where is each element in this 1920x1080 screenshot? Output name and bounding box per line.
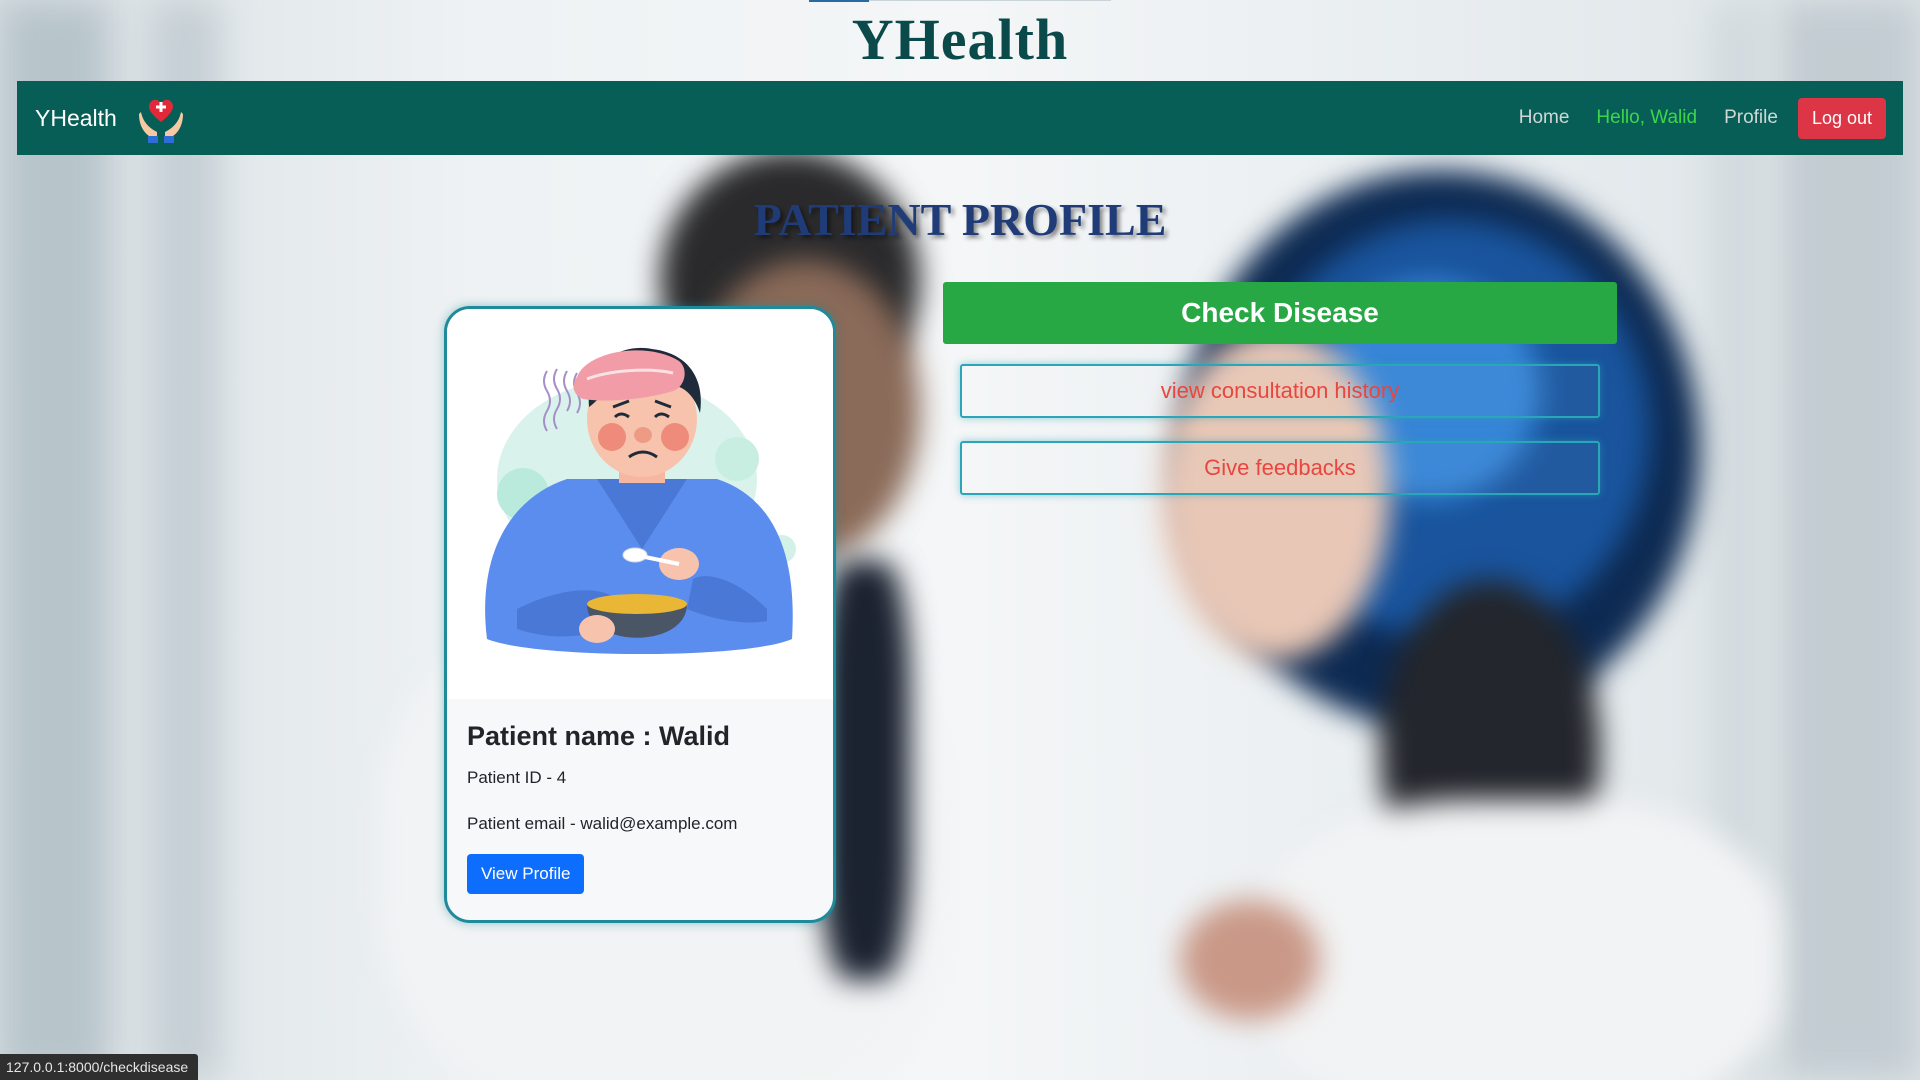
hands-heart-cross-icon (138, 99, 183, 143)
consultation-history-button[interactable]: view consultation history (960, 364, 1600, 418)
give-feedback-button[interactable]: Give feedbacks (960, 441, 1600, 495)
nav-links: Home Hello, Walid Profile Log out (1492, 97, 1886, 139)
sick-patient-illustration (447, 309, 833, 699)
brand-text[interactable]: YHealth (35, 105, 117, 132)
patient-card: Patient name : Walid Patient ID - 4 Pati… (444, 306, 836, 923)
navbar: YHealth Home Hello, Walid Profile Log ou… (17, 81, 1903, 155)
background-image (0, 0, 1920, 1080)
status-bar-url: 127.0.0.1:8000/checkdisease (0, 1054, 199, 1080)
site-title: YHealth (851, 7, 1069, 72)
page-heading: PATIENT PROFILE (753, 194, 1167, 245)
title-accent-line (869, 0, 1111, 1)
nav-hello-user[interactable]: Hello, Walid (1596, 107, 1697, 129)
nav-profile-link[interactable]: Profile (1724, 107, 1778, 129)
check-disease-button[interactable]: Check Disease (943, 282, 1617, 344)
patient-name: Patient name : Walid (467, 721, 731, 751)
logout-button[interactable]: Log out (1797, 97, 1886, 139)
view-profile-button[interactable]: View Profile (467, 854, 585, 894)
patient-email: Patient email - walid@example.com (467, 814, 738, 833)
title-accent-mark (809, 0, 869, 2)
card-body: Patient name : Walid Patient ID - 4 Pati… (447, 699, 833, 894)
brand[interactable]: YHealth (35, 92, 187, 144)
patient-id: Patient ID - 4 (467, 768, 567, 787)
nav-home-link[interactable]: Home (1519, 107, 1570, 129)
